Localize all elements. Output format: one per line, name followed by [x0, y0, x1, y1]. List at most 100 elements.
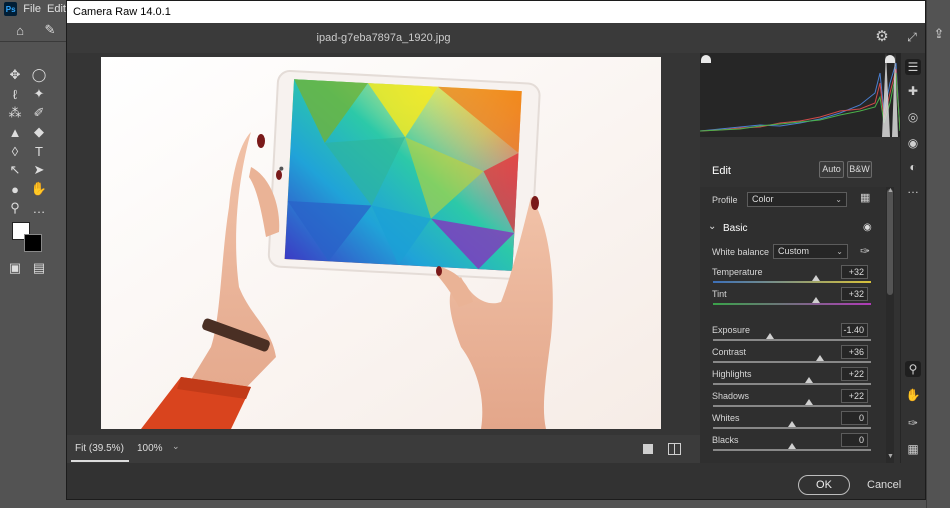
exposure-slider-track[interactable] [713, 339, 871, 341]
blacks-slider-thumb[interactable] [788, 443, 796, 449]
photoshop-options-bar: ⌂ ✎ [0, 18, 66, 42]
before-after-view-icon[interactable] [668, 443, 681, 455]
dialog-footer [67, 463, 925, 499]
home-icon[interactable]: ⌂ [12, 22, 28, 38]
basic-section-title[interactable]: Basic [723, 223, 747, 234]
blacks-slider-track[interactable] [713, 449, 871, 451]
single-view-icon[interactable] [643, 444, 653, 454]
profile-dropdown[interactable]: Color ⌄ [747, 192, 847, 207]
filename-label: ipad-g7eba7897a_1920.jpg [316, 32, 451, 44]
ok-button[interactable]: OK [798, 475, 850, 495]
zoom-level-dropdown[interactable]: 100% [137, 443, 163, 454]
whites-slider-thumb[interactable] [788, 421, 796, 427]
eyedropper-icon[interactable]: ✑ [860, 244, 870, 258]
preview-area [67, 53, 700, 435]
masking-icon[interactable]: ◎ [905, 109, 921, 125]
contrast-label: Contrast [712, 347, 747, 357]
tint-slider-track[interactable] [713, 303, 871, 305]
presets-icon[interactable]: ◐ [905, 159, 921, 175]
grid-icon[interactable]: ▦ [905, 441, 921, 457]
panel-scrollbar-thumb[interactable] [887, 189, 893, 295]
eyedropper-tool-icon[interactable]: ⁂ [7, 105, 23, 121]
brush-tool-icon[interactable]: ✐ [31, 105, 47, 121]
highlights-slider-track[interactable] [713, 383, 871, 385]
shadows-value-input[interactable]: +22 [841, 389, 868, 403]
more-tools-icon[interactable]: … [31, 200, 47, 216]
chevron-down-icon[interactable]: ⌄ [172, 441, 180, 452]
zoom-tool-icon[interactable]: ⚲ [7, 200, 23, 216]
eraser-tool-icon[interactable]: ◆ [31, 124, 47, 140]
panel-header [700, 23, 925, 53]
blacks-value-input[interactable]: 0 [841, 433, 868, 447]
contrast-slider-thumb[interactable] [816, 355, 825, 361]
temperature-value-input[interactable]: +32 [841, 265, 868, 279]
zoom-fit-button[interactable]: Fit (39.5%) [75, 443, 124, 454]
temperature-slider-track[interactable] [713, 281, 871, 283]
hand-tool-icon[interactable]: ✋ [31, 181, 47, 197]
quick-mask-icon[interactable]: ▣ [7, 260, 23, 276]
photoshop-menubar: Ps File Edit [0, 0, 66, 18]
whites-value-input[interactable]: 0 [841, 411, 868, 425]
brush-options-icon[interactable]: ✎ [42, 22, 58, 38]
zoom-bar: Fit (39.5%) 100% ⌄ [67, 435, 700, 463]
stamp-tool-icon[interactable]: ▲ [7, 124, 23, 140]
highlights-value-input[interactable]: +22 [841, 367, 868, 381]
highlight-clipping-icon[interactable] [885, 55, 895, 63]
camera-raw-dialog: Camera Raw 14.0.1 ipad-g7eba7897a_1920.j… [66, 0, 926, 500]
shadows-slider-thumb[interactable] [805, 399, 814, 405]
photo-preview [101, 57, 661, 429]
healing-icon[interactable]: ✚ [905, 83, 921, 99]
red-eye-icon[interactable]: ◉ [905, 135, 921, 151]
background-color-swatch[interactable] [24, 234, 42, 252]
basic-panel: Profile Color ⌄ ▦ ⌄ Basic ◉ White balanc… [700, 187, 890, 463]
gear-icon[interactable]: ⚙ [874, 29, 890, 45]
move-tool-icon[interactable]: ✥ [7, 67, 23, 83]
contrast-value-input[interactable]: +36 [841, 345, 868, 359]
selection-arrow-icon[interactable]: ➤ [31, 162, 47, 178]
chevron-down-icon[interactable]: ⌄ [708, 221, 716, 232]
temperature-slider-thumb[interactable] [811, 275, 820, 281]
hand-icon[interactable]: ✋ [905, 387, 921, 403]
shadows-slider-track[interactable] [713, 405, 871, 407]
auto-button[interactable]: Auto [819, 161, 844, 178]
edit-title: Edit [712, 165, 731, 177]
scroll-down-icon[interactable]: ▼ [887, 453, 894, 460]
menu-edit[interactable]: Edit [47, 3, 66, 15]
shadow-clipping-icon[interactable] [701, 55, 711, 63]
ellipse-marquee-icon[interactable]: ◯ [31, 67, 47, 83]
more-icon[interactable]: … [905, 181, 921, 197]
exposure-value-input[interactable]: -1.40 [841, 323, 868, 337]
share-icon[interactable]: ⇪ [931, 26, 947, 42]
eye-icon[interactable]: ◉ [863, 222, 872, 233]
edit-sliders-icon[interactable]: ☰ [905, 59, 921, 75]
white-balance-dropdown[interactable]: Custom ⌄ [773, 244, 848, 259]
tint-slider-thumb[interactable] [811, 297, 820, 303]
white-balance-value: Custom [778, 246, 810, 256]
white-balance-label: White balance [712, 247, 770, 257]
bw-button[interactable]: B&W [847, 161, 872, 178]
lasso-tool-icon[interactable]: ℓ [7, 86, 23, 102]
scroll-up-icon[interactable]: ▲ [887, 187, 894, 194]
contrast-slider-track[interactable] [713, 361, 871, 363]
type-tool-icon[interactable]: T [31, 143, 47, 159]
profile-browser-icon[interactable]: ▦ [860, 191, 870, 204]
color-sampler-icon[interactable]: ✑ [905, 415, 921, 431]
ellipse-shape-icon[interactable]: ● [7, 181, 23, 197]
highlights-slider-thumb[interactable] [805, 377, 814, 383]
cancel-button[interactable]: Cancel [867, 479, 901, 491]
profile-value: Color [752, 194, 774, 204]
fullscreen-icon[interactable]: ⤢ [904, 29, 920, 45]
exposure-label: Exposure [712, 325, 751, 335]
whites-slider-track[interactable] [713, 427, 871, 429]
pen-tool-icon[interactable]: ↖ [7, 162, 23, 178]
tint-value-input[interactable]: +32 [841, 287, 868, 301]
zoom-icon[interactable]: ⚲ [905, 361, 921, 377]
preview-header: ipad-g7eba7897a_1920.jpg [67, 23, 700, 53]
screen-mode-icon[interactable]: ▤ [31, 260, 47, 276]
exposure-slider-thumb[interactable] [765, 333, 774, 339]
photoshop-toolbar: ✥ ◯ ℓ ✦ ⁂ ✐ ▲ ◆ ◊ T ↖ ➤ ● ✋ ⚲ … ▣ ▤ [0, 62, 52, 282]
menu-file[interactable]: File [23, 3, 41, 15]
paint-bucket-icon[interactable]: ◊ [7, 143, 23, 159]
highlights-label: Highlights [712, 369, 752, 379]
magic-wand-icon[interactable]: ✦ [31, 86, 47, 102]
